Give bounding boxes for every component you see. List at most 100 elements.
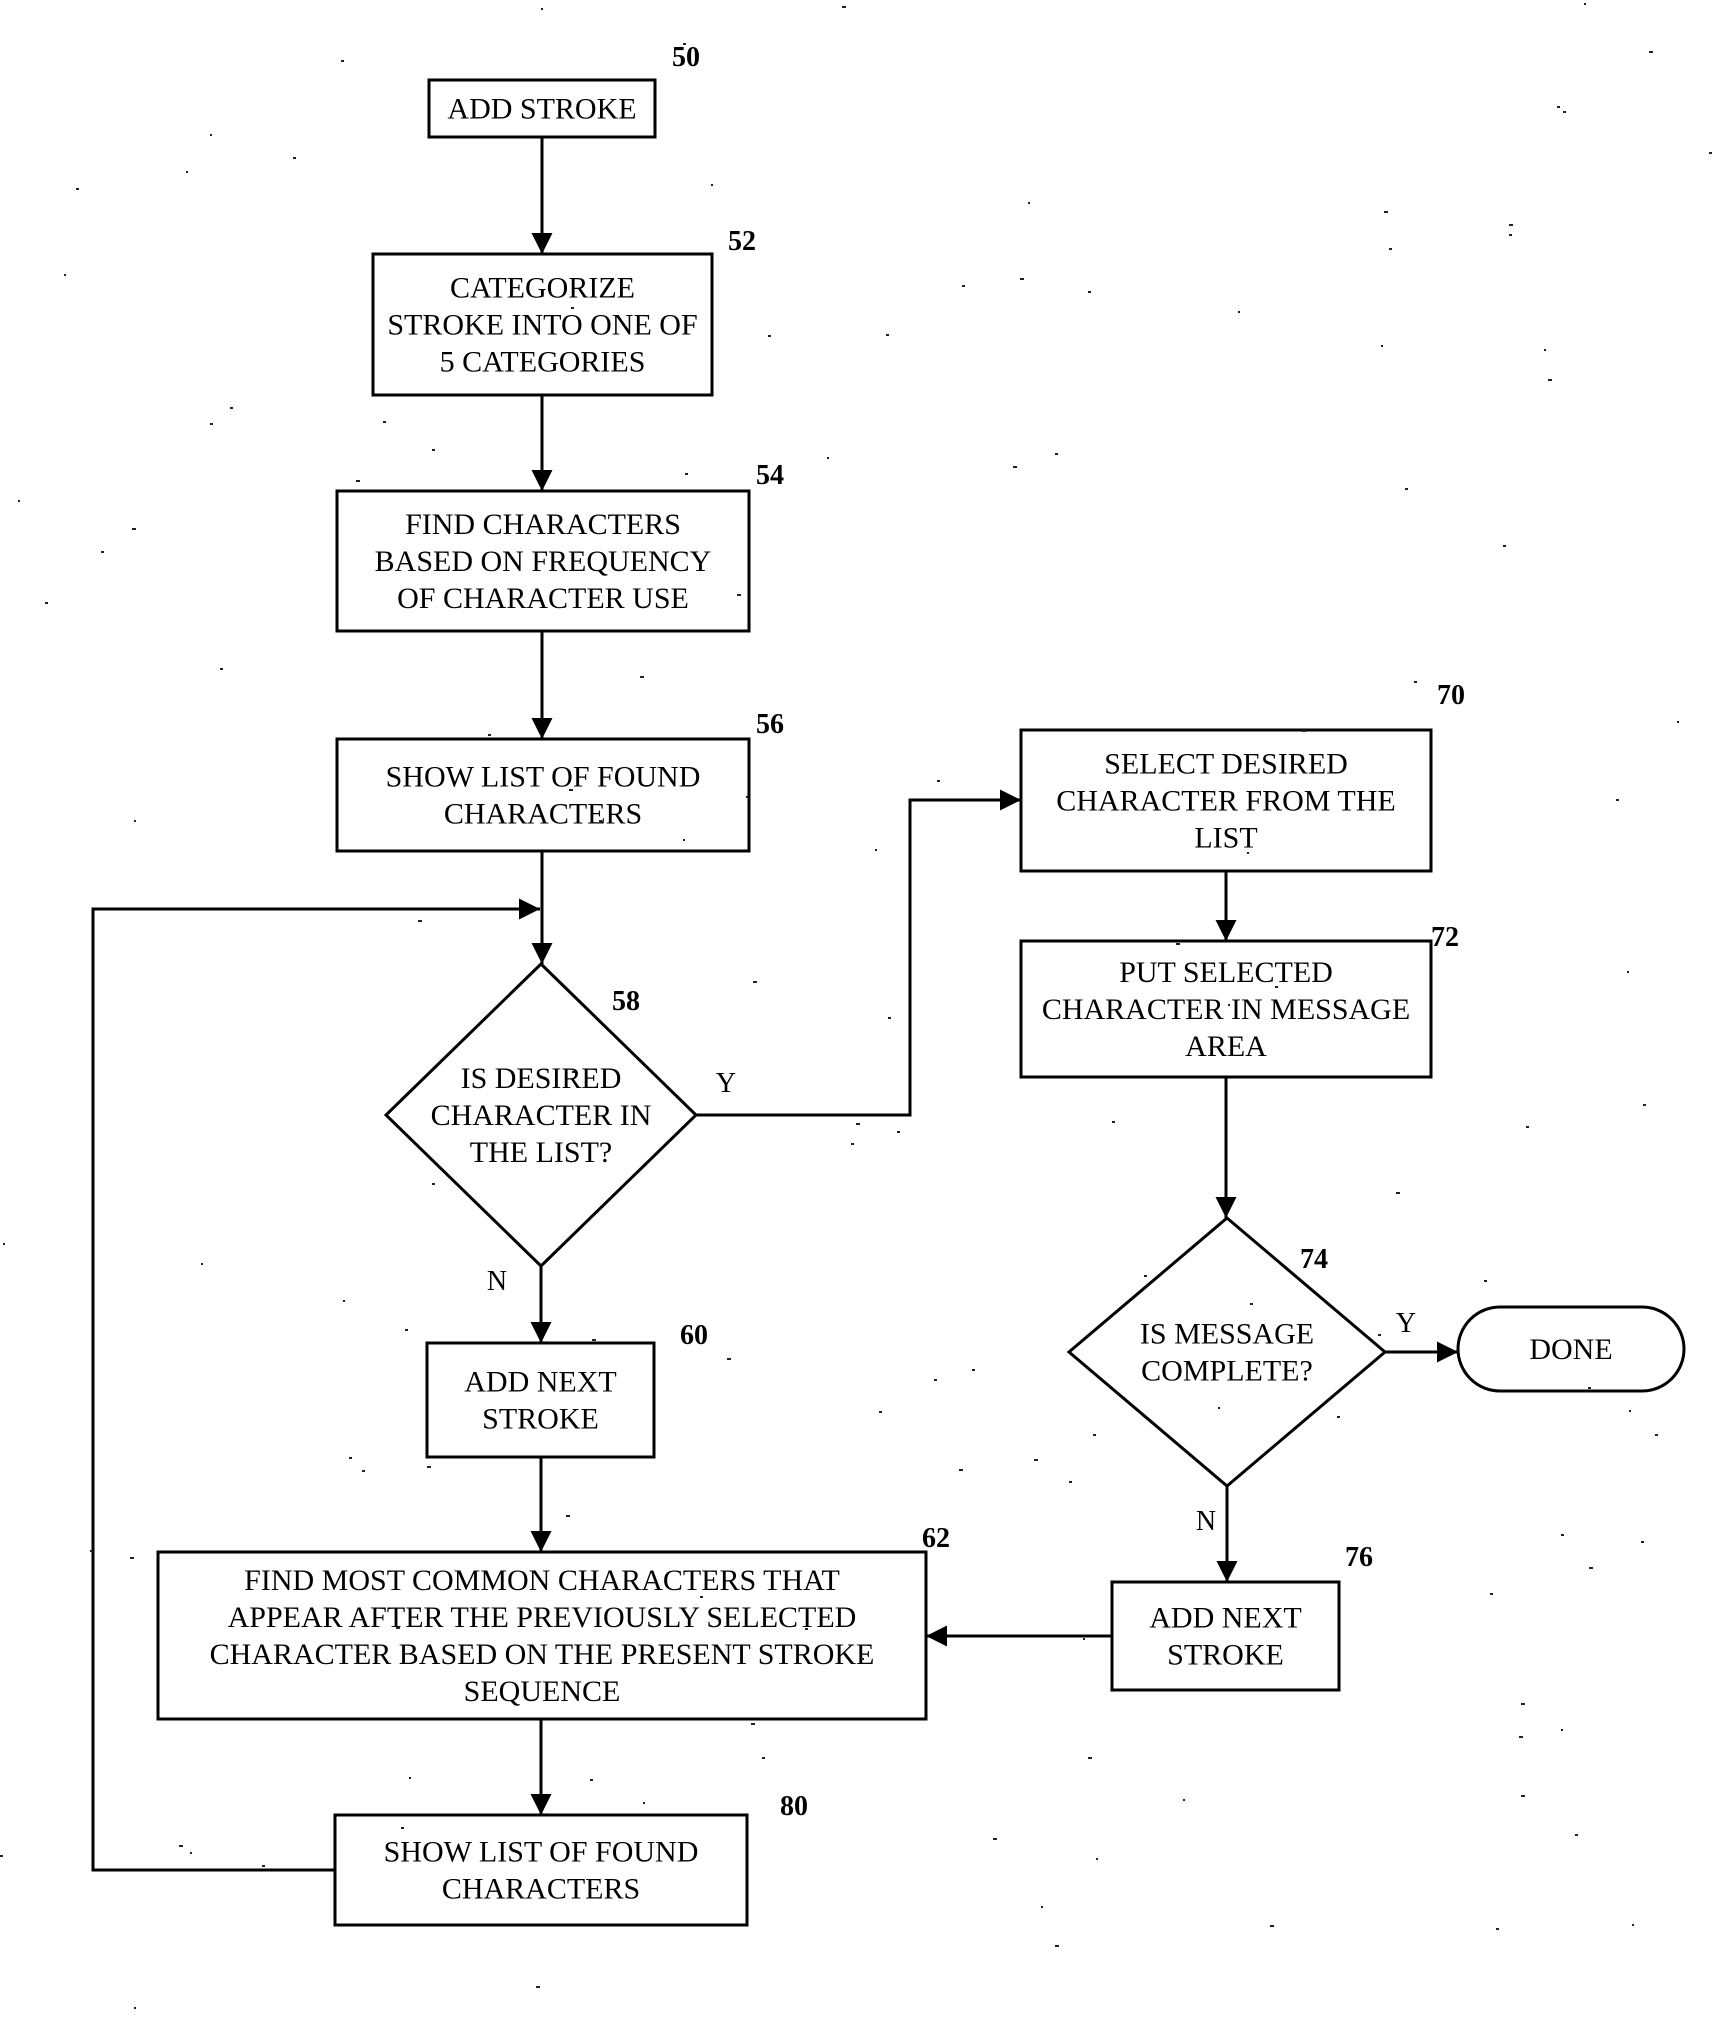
- scan-speck: [1589, 1567, 1593, 1569]
- scan-speck: [1250, 1303, 1253, 1305]
- scan-speck: [262, 1865, 265, 1867]
- yes-branch-label: Y: [716, 1068, 736, 1099]
- scan-speck: [1405, 488, 1408, 490]
- node-text-line: FIND MOST COMMON CHARACTERS THAT: [244, 1564, 840, 1597]
- process-box: [333, 1813, 749, 1927]
- node-70: SELECT DESIRED CHARACTER FROM THE LIST: [1019, 728, 1433, 873]
- scan-speck: [396, 1627, 400, 1629]
- node-text-line: CHARACTERS: [444, 798, 642, 831]
- reference-numeral: 74: [1300, 1244, 1328, 1275]
- scan-speck: [640, 676, 644, 678]
- node-text-line: OF CHARACTER USE: [397, 582, 689, 615]
- node-text-line: PUT SELECTED: [1119, 956, 1333, 989]
- scan-speck: [0, 1855, 3, 1857]
- scan-speck: [590, 1779, 593, 1781]
- scan-speck: [1509, 224, 1513, 226]
- scan-speck: [1055, 1945, 1059, 1947]
- scan-speck: [1337, 1416, 1340, 1418]
- scan-speck: [1247, 852, 1249, 854]
- node-text-line: COMPLETE?: [1141, 1355, 1313, 1388]
- scan-speck: [1548, 379, 1552, 381]
- scan-speck: [1020, 278, 1024, 280]
- scan-speck: [45, 602, 48, 604]
- scan-speck: [1490, 1593, 1493, 1595]
- node-text-line: ADD STROKE: [447, 93, 636, 126]
- node-text-line: FIND CHARACTERS: [405, 508, 681, 541]
- scan-speck: [827, 457, 829, 459]
- node-text-line: STROKE: [1167, 1639, 1284, 1672]
- scan-speck: [569, 789, 573, 791]
- scan-speck: [427, 1466, 431, 1468]
- scan-speck: [1503, 545, 1506, 547]
- scan-speck: [685, 473, 688, 475]
- flowchart-diagram: ADD STROKE CATEGORIZE STROKE INTO ONE OF 5 …: [0, 3, 1712, 2009]
- scan-speck: [190, 1852, 192, 1854]
- scan-speck: [383, 421, 386, 423]
- node-50: ADD STROKE: [427, 78, 657, 139]
- node-text-line: 5 CATEGORIES: [440, 346, 646, 379]
- node-74: IS MESSAGE COMPLETE?: [1066, 1216, 1388, 1488]
- scan-speck: [566, 1515, 570, 1517]
- decision-diamond: [1066, 1216, 1388, 1488]
- node-text-line: CHARACTER IN MESSAGE: [1042, 993, 1410, 1026]
- scan-speck: [541, 8, 543, 10]
- scan-speck: [1616, 799, 1619, 801]
- scan-speck: [886, 334, 889, 336]
- scan-speck: [1655, 1434, 1658, 1436]
- scan-speck: [805, 1628, 808, 1630]
- node-60: ADD NEXT STROKE: [425, 1341, 656, 1459]
- scan-speck: [1709, 152, 1712, 154]
- scan-speck: [1389, 248, 1392, 250]
- node-text-line: STROKE INTO ONE OF: [387, 309, 697, 342]
- scan-speck: [897, 1131, 900, 1133]
- node-52: CATEGORIZE STROKE INTO ONE OF 5 CATEGORIES: [371, 252, 714, 397]
- scan-speck: [432, 1183, 435, 1185]
- scan-speck: [753, 981, 757, 983]
- scan-speck: [737, 594, 741, 596]
- scan-speck: [1641, 1541, 1644, 1543]
- scan-speck: [343, 1300, 345, 1302]
- node-text-line: ADD NEXT: [464, 1366, 616, 1399]
- scan-speck: [210, 134, 212, 136]
- reference-numeral: 72: [1431, 922, 1459, 953]
- node-text-line: SELECT DESIRED: [1104, 748, 1348, 781]
- scan-speck: [1088, 1757, 1092, 1759]
- scan-speck: [1013, 466, 1017, 468]
- scan-speck: [201, 1263, 203, 1265]
- reference-numeral: 62: [922, 1523, 950, 1554]
- node-text-line: CATEGORIZE: [450, 272, 635, 305]
- node-text-line: SHOW LIST OF FOUND: [386, 761, 701, 794]
- scan-speck: [937, 780, 940, 782]
- scan-speck: [230, 407, 233, 409]
- scan-speck: [700, 1596, 703, 1598]
- scan-speck: [356, 480, 360, 482]
- reference-numeral: 56: [756, 709, 784, 740]
- scan-speck: [1378, 1334, 1381, 1336]
- scan-speck: [1677, 721, 1679, 723]
- node-text-line: CHARACTER FROM THE: [1056, 785, 1396, 818]
- scan-speck: [1218, 1407, 1220, 1409]
- scan-speck: [1083, 1638, 1085, 1640]
- scan-speck: [401, 1827, 404, 1829]
- nodes-layer: ADD STROKE CATEGORIZE STROKE INTO ONE OF 5 …: [156, 78, 1686, 1927]
- node-54: FIND CHARACTERS BASED ON FREQUENCY OF CHAR…: [335, 489, 751, 633]
- node-text-line: STROKE: [482, 1403, 599, 1436]
- scan-speck: [993, 1838, 997, 1840]
- reference-numeral: 52: [728, 226, 756, 257]
- scan-speck: [599, 820, 602, 822]
- scan-speck: [1526, 1126, 1529, 1128]
- scan-speck: [18, 500, 20, 502]
- scan-speck: [1069, 1481, 1072, 1483]
- scan-speck: [432, 449, 435, 451]
- node-text-line: APPEAR AFTER THE PREVIOUSLY SELECTED: [228, 1601, 857, 1634]
- scan-speck: [851, 1143, 854, 1145]
- node-text-line: IS MESSAGE: [1140, 1318, 1314, 1351]
- node-done: DONE: [1456, 1305, 1686, 1393]
- scan-speck: [1238, 311, 1240, 313]
- no-branch-label: N: [1196, 1506, 1216, 1537]
- scan-speck: [1041, 1906, 1043, 1908]
- scan-speck: [1584, 3, 1586, 5]
- reference-numeral: 54: [756, 460, 784, 491]
- node-text-line: LIST: [1194, 822, 1257, 855]
- scan-speck: [1183, 1799, 1185, 1801]
